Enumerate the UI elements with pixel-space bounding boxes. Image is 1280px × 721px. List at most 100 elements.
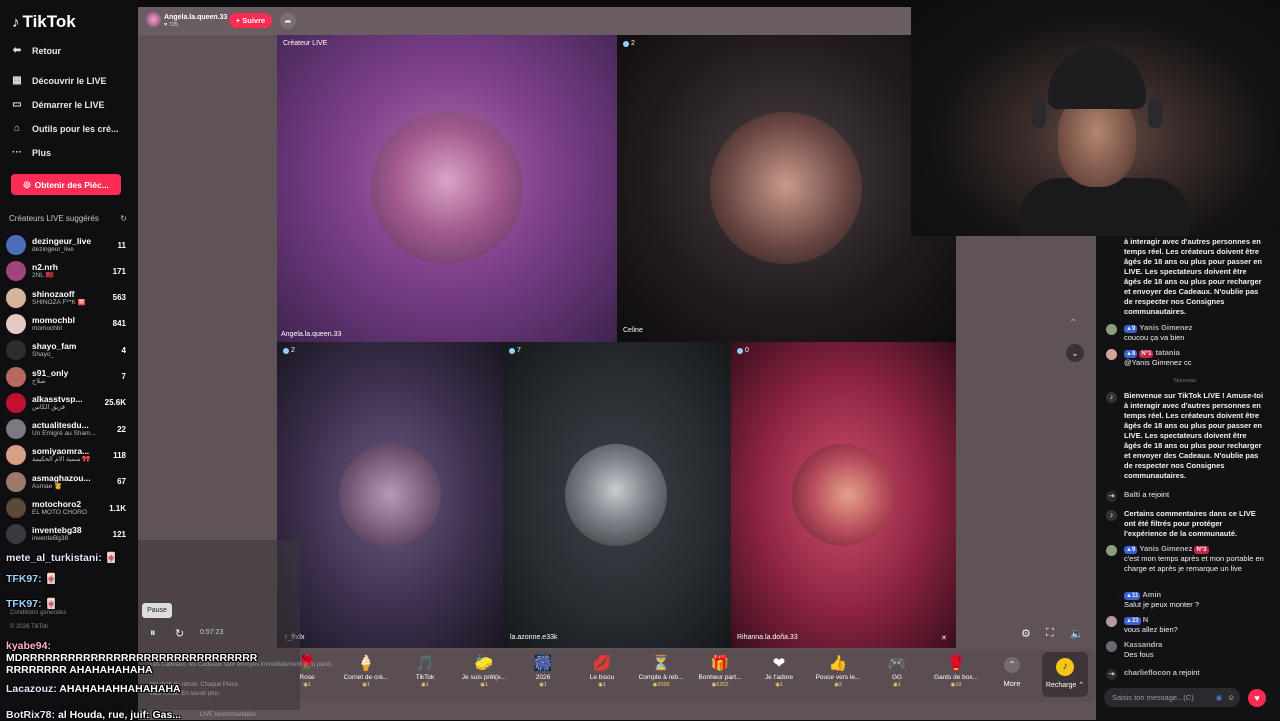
more-label: More <box>1003 679 1021 688</box>
tiktok-logo[interactable]: ♪ TikTok <box>12 12 76 32</box>
user-avatar[interactable] <box>1106 324 1117 335</box>
chat-username[interactable]: tatania <box>1156 348 1180 357</box>
user-avatar[interactable] <box>1106 641 1117 652</box>
chat-username[interactable]: Balti <box>1124 490 1140 499</box>
chat-username[interactable]: Kassandra <box>1124 640 1162 649</box>
nav-creator-tools[interactable]: ⌂ Outils pour les cré... <box>10 123 119 134</box>
chat-username[interactable]: Yanis Gimenez <box>1139 544 1192 553</box>
guest-tile-host[interactable]: Créateur LIVE Angela.la.queen.33 <box>277 35 617 342</box>
chat-username[interactable]: charlieflocon <box>1124 668 1171 677</box>
creator-name: s91_only <box>32 367 69 378</box>
nav-back[interactable]: ⬅ Retour <box>10 45 61 56</box>
tiktok-note-icon: ♪ <box>12 13 20 31</box>
more-gifts-button[interactable]: ⌃ More <box>998 655 1026 688</box>
gift-name: Cornet de crè... <box>343 674 389 681</box>
chat-username[interactable]: Amin <box>1142 590 1161 599</box>
user-avatar[interactable] <box>1106 545 1117 556</box>
chat-username[interactable]: N <box>1143 615 1148 624</box>
nav-more[interactable]: ··· Plus <box>10 147 51 158</box>
chat-message-system: ♪ Certains commentaires dans ce LIVE ont… <box>1106 509 1264 539</box>
pause-icon[interactable]: ⏸ <box>150 627 156 640</box>
gift-item[interactable]: 👍 Pouce vers le... ◉2 <box>809 655 867 689</box>
guest-tile-rfhdx[interactable]: 2 r_fhdx <box>277 342 503 648</box>
house-icon: ⌂ <box>13 123 21 134</box>
gift-item[interactable]: ⏳ Compte à reb... ◉2026 <box>632 655 690 689</box>
gift-item[interactable]: 🎁 Bonheur part... ◉6202 <box>691 655 749 689</box>
guest-tile-rihanna[interactable]: 0 Rihanna.la.doña.33 ✕ <box>731 342 956 648</box>
gift-item[interactable]: 🧽 Je suis prêt(e... ◉1 <box>455 655 513 689</box>
creator-avatar <box>6 313 26 334</box>
level-badge: ▲23 <box>1124 617 1141 625</box>
guest-tile-azonne[interactable]: 7 la.azonne.e33k <box>503 342 731 648</box>
creator-avatar <box>6 524 26 545</box>
gift-name: Pouce vers le... <box>815 674 861 681</box>
user-avatar[interactable] <box>1106 591 1117 602</box>
fullscreen-icon[interactable]: ⛶ <box>1046 627 1054 640</box>
chat-message-system: ♪ Bienvenue sur TikTok LIVE ! Amuse-toi … <box>1106 391 1264 481</box>
gift-price: ◉1 <box>539 682 547 688</box>
previous-live-icon[interactable]: ⌃ <box>1069 318 1077 329</box>
creator-nickname: SHINOZA F**K 🈲 <box>32 298 86 306</box>
send-gift-icon[interactable]: ◉ <box>1216 693 1223 702</box>
refresh-icon[interactable]: ↻ <box>120 214 127 223</box>
creator-avatar <box>6 419 26 440</box>
suggested-creator[interactable]: actualitesdu... Un Émigré au Sham... 22 <box>6 417 126 441</box>
get-coins-button[interactable]: ◎ Obtenir des Pièc... <box>11 174 121 195</box>
nav-start-live[interactable]: ▭ Démarrer le LIVE <box>10 99 104 110</box>
chat-message-input[interactable]: Saisis ton message...(C) ◉ ☺ <box>1104 688 1240 707</box>
share-icon[interactable]: ➦ <box>280 13 296 29</box>
replay-icon[interactable]: ↻ <box>175 627 184 640</box>
chat-message: ▲9 Yanis Gimenez coucou ça va bien <box>1106 323 1264 343</box>
emoji-icon[interactable]: ☺ <box>1227 693 1235 702</box>
suggested-creator[interactable]: s91_only صلاح 7 <box>6 365 126 389</box>
nav-discover-live[interactable]: ▦ Découvrir le LIVE <box>10 75 106 86</box>
gift-item[interactable]: 🍦 Cornet de crè... ◉1 <box>337 655 395 689</box>
new-messages-separator: Nouveau <box>1173 378 1197 384</box>
suggested-creator[interactable]: dezingeur_live dezingeur_live 11 <box>6 233 126 257</box>
host-avatar[interactable] <box>146 12 161 27</box>
like-heart-icon[interactable]: ♥ <box>1248 689 1266 707</box>
suggested-creator[interactable]: inventebg38 inventeBg38 121 <box>6 522 126 546</box>
viewer-count: 67 <box>117 477 126 487</box>
gift-item[interactable]: 🎵 TikTok ◉1 <box>396 655 454 689</box>
gift-name: Gants de box... <box>933 674 979 681</box>
suggested-creator[interactable]: alkasstvsp... فريق الكأس 25.6K <box>6 391 126 415</box>
coin-icon: ♪ <box>1056 658 1074 676</box>
gift-item[interactable]: 🎮 GG ◉1 <box>868 655 926 689</box>
footer-link: Conditions générales <box>10 610 67 616</box>
chevron-up-icon: ⌃ <box>1004 657 1020 673</box>
user-avatar[interactable] <box>1106 349 1117 360</box>
creator-nickname: فريق الكأس <box>32 403 66 411</box>
gift-item[interactable]: 💋 Le bisou ◉1 <box>573 655 631 689</box>
suggested-creator[interactable]: n2.nrh 2NL 🇲🇦 171 <box>6 259 126 283</box>
settings-gear-icon[interactable]: ⚙ <box>1021 627 1031 640</box>
suggested-creator[interactable]: shayo_fam Shayo_ 4 <box>6 338 126 362</box>
viewer-icon <box>283 347 289 354</box>
gift-item[interactable]: ❤ Je t'adore ◉1 <box>750 655 808 689</box>
recharge-button[interactable]: ♪ Recharge ⌃ <box>1042 652 1088 697</box>
suggested-creator[interactable]: momochbl momochbl 841 <box>6 312 126 336</box>
host-name[interactable]: Angela.la.queen.33 <box>164 14 227 21</box>
creator-name: motochoro2 <box>32 499 82 509</box>
creator-avatar <box>6 366 26 387</box>
chat-join: ⇥ Balti a rejoint <box>1106 490 1264 502</box>
join-icon: ⇥ <box>1106 491 1117 502</box>
chat-username[interactable]: Yanis Gimenez <box>1139 323 1192 332</box>
suggested-creator[interactable]: somiyaomra... سمية الأم الحكيمة 🎀 118 <box>6 443 126 467</box>
creator-avatar <box>6 287 26 308</box>
more-dots-icon: ··· <box>12 147 22 158</box>
volume-icon[interactable]: 🔈 <box>1070 627 1084 640</box>
gift-item[interactable]: 🥊 Gants de box... ◉10 <box>927 655 985 689</box>
suggested-creator[interactable]: shinozaoff SHINOZA F**K 🈲 563 <box>6 286 126 310</box>
gift-price: ◉1 <box>480 682 488 688</box>
suggested-creator[interactable]: asmaghazou... Asmae 👸 67 <box>6 470 126 494</box>
gift-item[interactable]: 🎆 2026 ◉1 <box>514 655 572 689</box>
user-avatar[interactable] <box>1106 616 1117 627</box>
guest-tile-celine[interactable]: 2 Celine <box>617 35 956 342</box>
follow-button[interactable]: + Suivre <box>229 13 272 28</box>
suggested-creator[interactable]: motochoro2 EL MOTO CHORO 1.1K <box>6 496 126 520</box>
creator-nickname: inventeBg38 <box>32 535 69 543</box>
gift-price: ◉1 <box>421 682 429 688</box>
chat-message: ▲9 Yanis Gimenez N°3 c'est mon temps apr… <box>1106 544 1264 574</box>
next-live-icon[interactable]: ⌄ <box>1066 344 1084 362</box>
